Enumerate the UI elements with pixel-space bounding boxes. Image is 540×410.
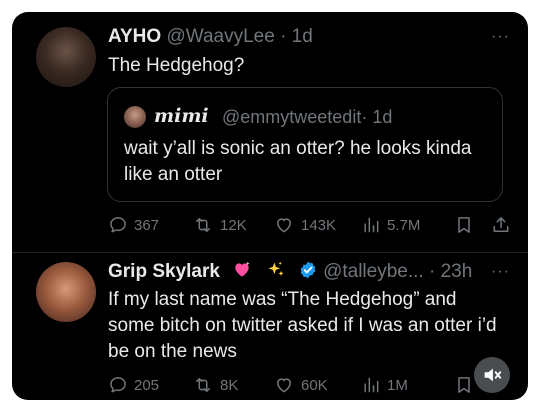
avatar[interactable] [36,262,96,322]
handle[interactable]: @talleybe... [323,261,424,282]
timestamp[interactable]: · 23h [429,261,472,282]
views-icon [364,377,379,393]
mute-button[interactable] [474,357,510,393]
reply-icon [110,377,126,393]
reply-count: 205 [134,376,160,394]
like-count: 60K [301,376,328,394]
views-button[interactable]: 1M [361,373,408,397]
verified-icon[interactable] [298,260,318,280]
views-count: 1M [387,376,408,394]
more-options-icon[interactable]: ··· [491,263,510,281]
repost-count: 8K [220,376,239,394]
sparkling-heart-icon [235,262,250,278]
like-button[interactable]: 60K [273,373,328,397]
tweet-text: If my last name was “The Hedgehog” and s… [108,289,497,362]
tweet-2[interactable]: Grip Skylark @talleybe... · 23h ··· If m… [12,12,528,400]
reply-button[interactable]: 205 [108,373,159,397]
repost-icon [196,378,210,392]
tweet-header: Grip Skylark @talleybe... · 23h [108,261,472,283]
mute-icon [484,368,502,382]
repost-button[interactable]: 8K [192,373,238,397]
display-name[interactable]: Grip Skylark [108,261,220,282]
like-icon [277,378,291,393]
tweet-actions: 205 8K 60K 1M [108,373,508,397]
sparkles-icon [268,262,284,277]
bookmark-icon [458,377,470,393]
bookmark-button[interactable] [454,373,474,397]
timeline: AYHO @WaavyLee · 1d ··· The Hedgehog? mi… [12,12,528,400]
